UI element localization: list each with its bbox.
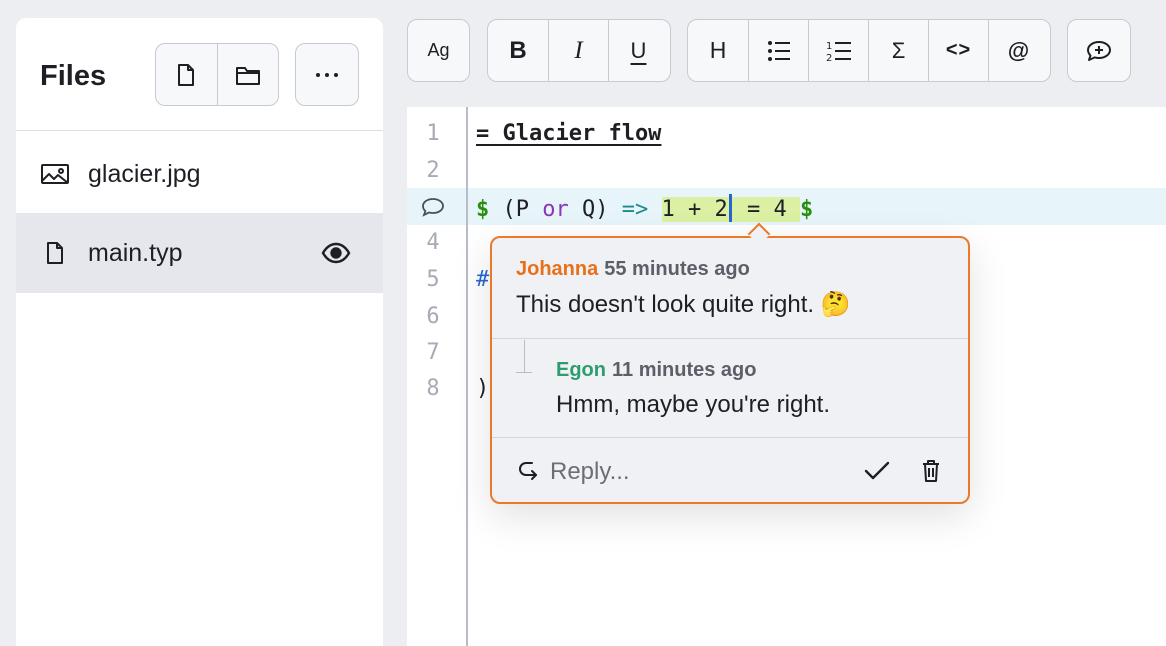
reply-timestamp: 11 minutes ago: [612, 359, 757, 381]
math-delimiter: $: [799, 197, 814, 222]
file-icon: [40, 240, 70, 266]
new-file-button[interactable]: [156, 44, 217, 105]
comment-text: This doesn't look quite right. 🤔: [516, 291, 851, 318]
svg-text:1: 1: [826, 41, 832, 52]
resolve-check-icon[interactable]: [862, 457, 892, 485]
code-keyword: or: [542, 197, 569, 222]
line-number: 8: [426, 376, 440, 401]
comment-author: Johanna: [516, 258, 599, 280]
reply-header: Egon 11 minutes ago: [556, 359, 757, 382]
file-item-main[interactable]: main.typ: [16, 213, 383, 293]
sidebar-title: Files: [40, 60, 107, 92]
comment-toolbar-group: [1067, 19, 1131, 82]
new-folder-button[interactable]: [216, 44, 279, 105]
bold-button[interactable]: B: [488, 20, 548, 81]
line-number: 6: [426, 304, 440, 329]
format-toolbar-group: B I U: [487, 19, 671, 82]
underline-button[interactable]: U: [608, 20, 668, 81]
commented-selection: 1 + 2 = 4: [661, 194, 800, 222]
file-sidebar: Files glacier.jpg main.typ: [16, 18, 383, 646]
file-item-glacier[interactable]: glacier.jpg: [16, 134, 383, 214]
line-number: 4: [426, 230, 440, 255]
image-icon: [40, 161, 70, 187]
selection-text: 1 + 2: [661, 197, 728, 222]
file-name: glacier.jpg: [88, 159, 201, 188]
code-operator: =>: [621, 197, 649, 222]
bullet-list-button[interactable]: [748, 20, 808, 81]
code-token: (P: [502, 197, 543, 222]
gutter-divider: [466, 107, 468, 646]
thread-connector: [524, 340, 525, 372]
math-button[interactable]: Σ: [868, 20, 928, 81]
numbered-list-button[interactable]: 12: [808, 20, 868, 81]
add-comment-icon: [1087, 40, 1111, 61]
comment-divider: [492, 338, 968, 339]
code-button[interactable]: <>: [928, 20, 988, 81]
reply-text: Hmm, maybe you're right.: [556, 391, 830, 418]
more-options-button[interactable]: [295, 43, 359, 106]
add-comment-button[interactable]: [1068, 20, 1130, 81]
file-action-group: [155, 43, 279, 106]
line-number: 2: [426, 158, 440, 183]
insert-toolbar-group: H 12 Σ <> @: [687, 19, 1051, 82]
line-number: 5: [426, 267, 440, 292]
line-number: 1: [426, 121, 440, 146]
italic-button[interactable]: I: [548, 20, 608, 81]
code-fragment: #: [476, 267, 490, 292]
reply-input[interactable]: [550, 456, 830, 488]
delete-trash-icon[interactable]: [918, 456, 944, 486]
selection-rest: = 4: [733, 197, 800, 222]
math-delimiter: $: [476, 197, 490, 222]
text-cursor: [728, 194, 732, 222]
ellipsis-icon: [316, 72, 338, 77]
reply-author: Egon: [556, 359, 606, 381]
mention-button[interactable]: @: [988, 20, 1048, 81]
font-toolbar-group: Ag: [407, 19, 470, 82]
comment-header: Johanna 55 minutes ago: [516, 258, 750, 281]
reply-divider: [492, 437, 968, 438]
new-file-icon: [178, 63, 195, 86]
code-token: Q): [568, 197, 609, 222]
sidebar-header: Files: [16, 18, 383, 131]
comment-popover: Johanna 55 minutes ago This doesn't look …: [490, 236, 970, 504]
new-folder-icon: [235, 66, 260, 85]
svg-text:2: 2: [826, 53, 832, 63]
reply-arrow-icon: [516, 459, 540, 483]
file-name: main.typ: [88, 238, 183, 267]
comment-timestamp: 55 minutes ago: [604, 258, 750, 280]
line-number: 7: [426, 340, 440, 365]
bullet-list-icon: [767, 40, 790, 61]
comment-marker-icon[interactable]: [407, 195, 459, 217]
code-line-math: $ (P or Q) => 1 + 2 = 4 $: [476, 194, 813, 222]
code-line-heading: = Glacier flow: [476, 121, 662, 146]
eye-icon[interactable]: [321, 241, 351, 265]
heading-button[interactable]: H: [688, 20, 748, 81]
thread-connector-tick: [516, 372, 532, 373]
numbered-list-icon: 12: [826, 41, 851, 63]
code-fragment: ): [476, 376, 490, 401]
font-button[interactable]: Ag: [408, 20, 469, 81]
